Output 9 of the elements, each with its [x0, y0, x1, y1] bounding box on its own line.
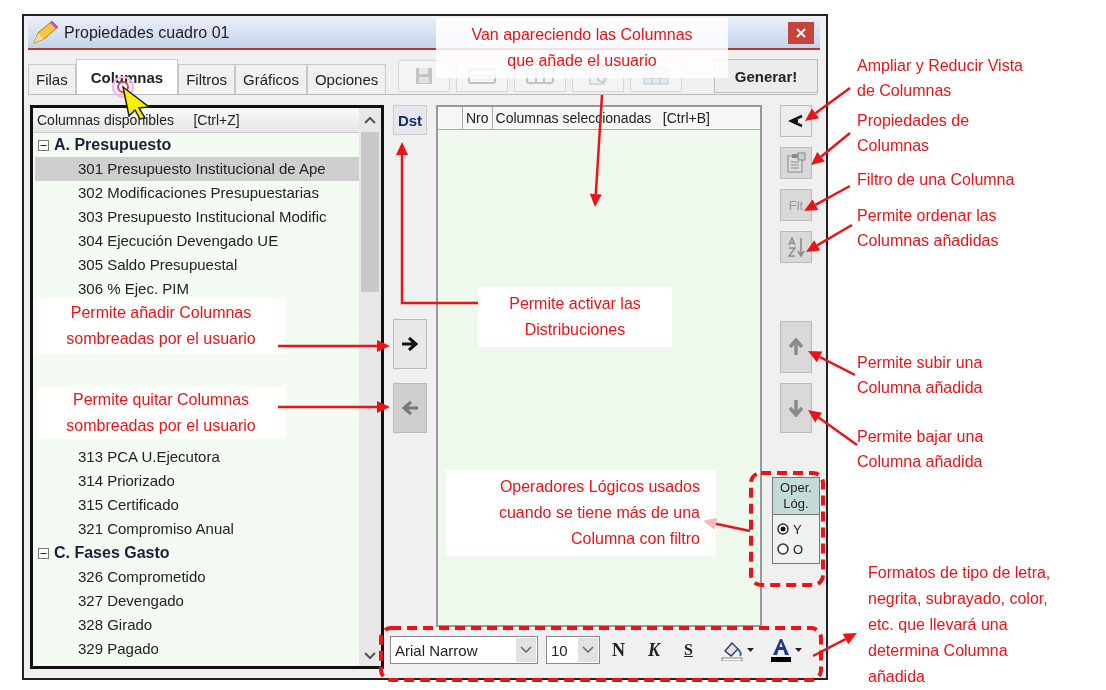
column-header: Nro	[463, 107, 493, 129]
panel-header: Oper. Lóg.	[773, 478, 819, 515]
callout-tooltip: Permite quitar Columnas sombreadas por el usuario	[36, 387, 286, 439]
callout-tooltip: Van apareciendo las Columnas que añade el usuario	[436, 18, 728, 78]
column-header: Columnas disponibles [Ctrl+Z]	[33, 108, 359, 133]
callout-tooltip: Permite añadir Columnas sombreadas por el usuario	[36, 298, 286, 354]
callout-tooltip: Permite activar las Distribuciones	[478, 287, 672, 347]
window-title: Propiedades cuadro 01	[64, 24, 230, 42]
callout-tooltip: Operadores Lógicos usados cuando se tiene más de una Columna con filtro	[446, 470, 716, 556]
